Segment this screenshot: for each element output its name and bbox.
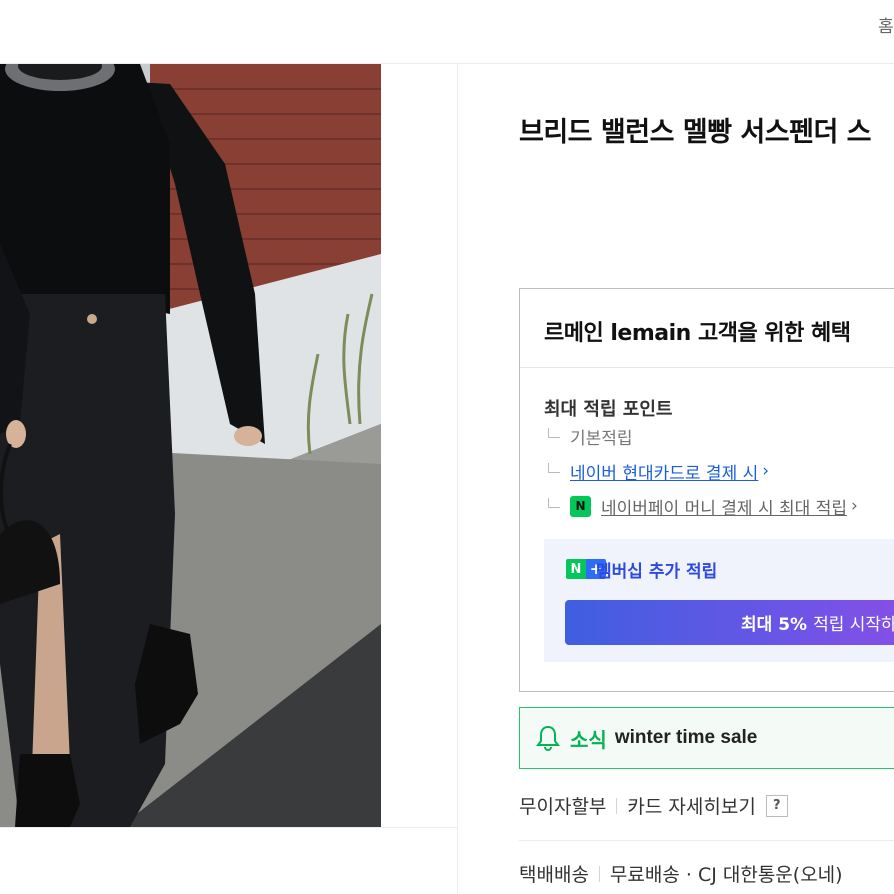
bell-icon <box>536 725 560 751</box>
benefit-title: 르메인 lemain 고객을 위한 혜택 <box>544 321 851 346</box>
installment-label: 무이자할부 <box>519 796 607 818</box>
separator <box>616 797 618 814</box>
delivery-type: 택배배송 <box>519 864 589 886</box>
hyundai-card-link[interactable]: 네이버 현대카드로 결제 시 <box>570 459 758 484</box>
membership-button-text: 적립 시작하 <box>813 615 894 635</box>
product-photo[interactable] <box>0 64 381 827</box>
tree-branch-icon <box>548 498 560 508</box>
payment-info: 무이자할부 카드 자세히보기 ? <box>519 792 788 819</box>
product-title: 브리드 밸런스 멜빵 서스펜더 스 <box>519 117 872 148</box>
points-row-npay-money[interactable]: N 네이버페이 머니 결제 시 최대 적립 › <box>548 494 858 519</box>
home-link[interactable]: 홈 <box>878 12 894 37</box>
top-bar: 홈 <box>0 0 894 64</box>
tree-branch-icon <box>548 428 560 438</box>
points-row-basic: 기본적립 <box>548 424 633 449</box>
delivery-detail: 무료배송 · CJ 대한통운(오네) <box>609 864 843 886</box>
tree-branch-icon <box>548 463 560 473</box>
section-divider <box>519 840 894 841</box>
naver-n-icon: N <box>566 559 586 579</box>
membership-button-bold: 최대 5% <box>741 615 808 635</box>
benefit-panel: 르메인 lemain 고객을 위한 혜택 최대 적립 포인트 기본적립 네이버 … <box>519 288 894 692</box>
max-points-title: 최대 적립 포인트 <box>544 399 673 420</box>
column-divider <box>457 64 458 894</box>
photo-divider <box>0 827 457 828</box>
points-row-hyundai-card[interactable]: 네이버 현대카드로 결제 시 › <box>548 459 770 484</box>
separator <box>598 865 600 882</box>
card-details-link[interactable]: 카드 자세히보기 <box>627 792 755 819</box>
points-row-label: 기본적립 <box>570 428 633 449</box>
notice-text: winter time sale <box>614 727 758 748</box>
naverpay-icon: N <box>570 495 591 517</box>
membership-area: N + 멤버십 추가 적립 최대 5% 적립 시작하 <box>544 539 894 662</box>
chevron-right-icon: › <box>762 461 770 481</box>
delivery-info: 택배배송 무료배송 · CJ 대한통운(오네) <box>519 860 843 887</box>
chevron-right-icon: › <box>850 496 858 516</box>
notice-tag: 소식 <box>570 727 607 752</box>
npay-money-link[interactable]: 네이버페이 머니 결제 시 최대 적립 <box>601 494 847 519</box>
help-icon[interactable]: ? <box>765 794 788 817</box>
start-membership-button[interactable]: 최대 5% 적립 시작하 <box>565 600 894 645</box>
store-notice[interactable]: 소식 winter time sale <box>519 707 894 769</box>
product-image <box>0 64 381 827</box>
membership-label: 멤버십 추가 적립 <box>596 562 718 582</box>
